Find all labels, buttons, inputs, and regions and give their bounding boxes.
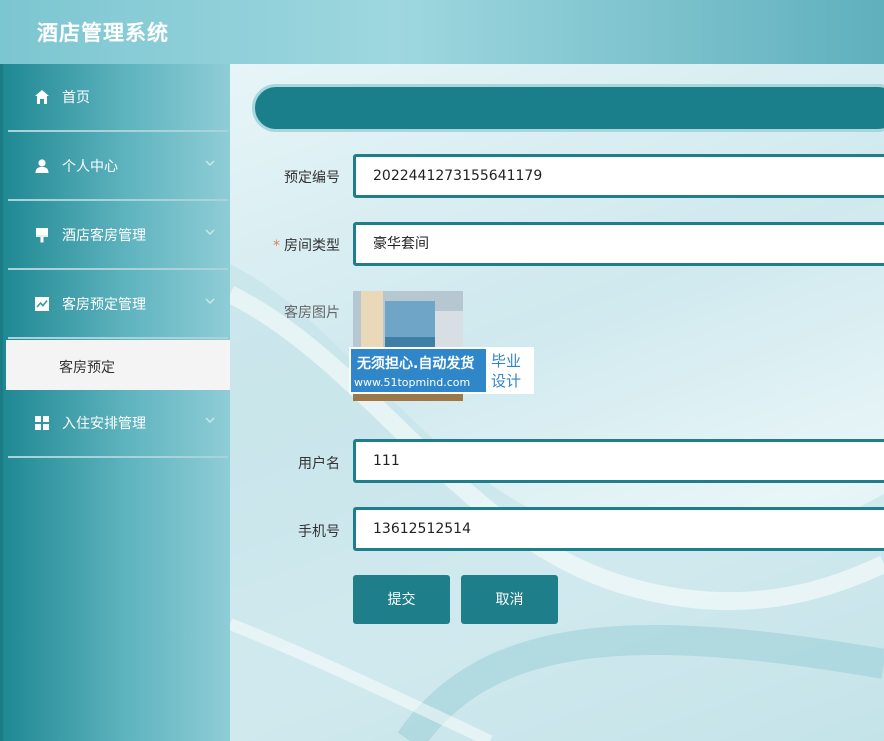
sidebar-item-room-management[interactable]: 酒店客房管理	[8, 202, 228, 270]
submit-button[interactable]: 提交	[353, 575, 450, 624]
sidebar-item-label: 入住安排管理	[62, 416, 146, 432]
home-icon	[35, 90, 49, 104]
user-icon	[35, 159, 49, 173]
brush-icon	[36, 228, 48, 243]
grid-icon	[35, 416, 49, 430]
sidebar-item-label: 首页	[62, 90, 90, 106]
room-image-label: 客房图片	[284, 305, 340, 321]
sidebar-subitem-label: 客房预定	[59, 360, 115, 376]
main-content: 预定编号 2022441273155641179 * 房间类型 豪华套间 客房图片…	[230, 64, 884, 741]
username-label: 用户名	[298, 456, 340, 472]
app-title: 酒店管理系统	[37, 21, 169, 45]
top-bar: 酒店管理系统	[0, 0, 884, 64]
sidebar-item-booking-management[interactable]: 客房预定管理	[8, 271, 228, 339]
chevron-down-icon	[205, 417, 215, 423]
booking-no-label: 预定编号	[284, 170, 340, 186]
watermark-banner: 无须担心.自动发货 www.51topmind.com 毕业 设计	[349, 347, 534, 394]
sidebar-item-checkin-management[interactable]: 入住安排管理	[8, 390, 228, 458]
required-mark: *	[273, 238, 280, 254]
sidebar-item-personal-center[interactable]: 个人中心	[8, 133, 228, 201]
chart-icon	[35, 297, 49, 311]
phone-field[interactable]: 13612512514	[353, 507, 884, 551]
sidebar-item-home[interactable]: 首页	[8, 64, 228, 132]
sidebar-item-label: 个人中心	[62, 159, 118, 175]
username-field[interactable]: 111	[353, 439, 884, 483]
chevron-down-icon	[205, 298, 215, 304]
room-type-label-text: 房间类型	[284, 238, 340, 254]
cancel-button[interactable]: 取消	[461, 575, 558, 624]
chevron-down-icon	[205, 229, 215, 235]
booking-no-field[interactable]: 2022441273155641179	[353, 154, 884, 198]
sidebar-item-label: 客房预定管理	[62, 297, 146, 313]
chevron-down-icon	[205, 160, 215, 166]
watermark-box: 毕业 设计	[484, 349, 532, 392]
sidebar: 首页 个人中心 酒店客房管理 客房预定管理 客房预定 入住安排管理	[0, 64, 230, 741]
watermark-url: www.51topmind.com	[354, 376, 471, 389]
watermark-text: 无须担心.自动发货	[357, 356, 475, 372]
watermark-box-text: 毕业	[491, 352, 522, 370]
watermark-box-text: 设计	[491, 372, 522, 390]
sidebar-subitem-room-booking[interactable]: 客房预定	[6, 340, 230, 390]
room-type-label: * 房间类型	[230, 235, 340, 255]
sidebar-item-label: 酒店客房管理	[62, 228, 146, 244]
room-type-field[interactable]: 豪华套间	[353, 222, 884, 266]
phone-label: 手机号	[298, 524, 340, 540]
form-header-band	[252, 84, 884, 132]
